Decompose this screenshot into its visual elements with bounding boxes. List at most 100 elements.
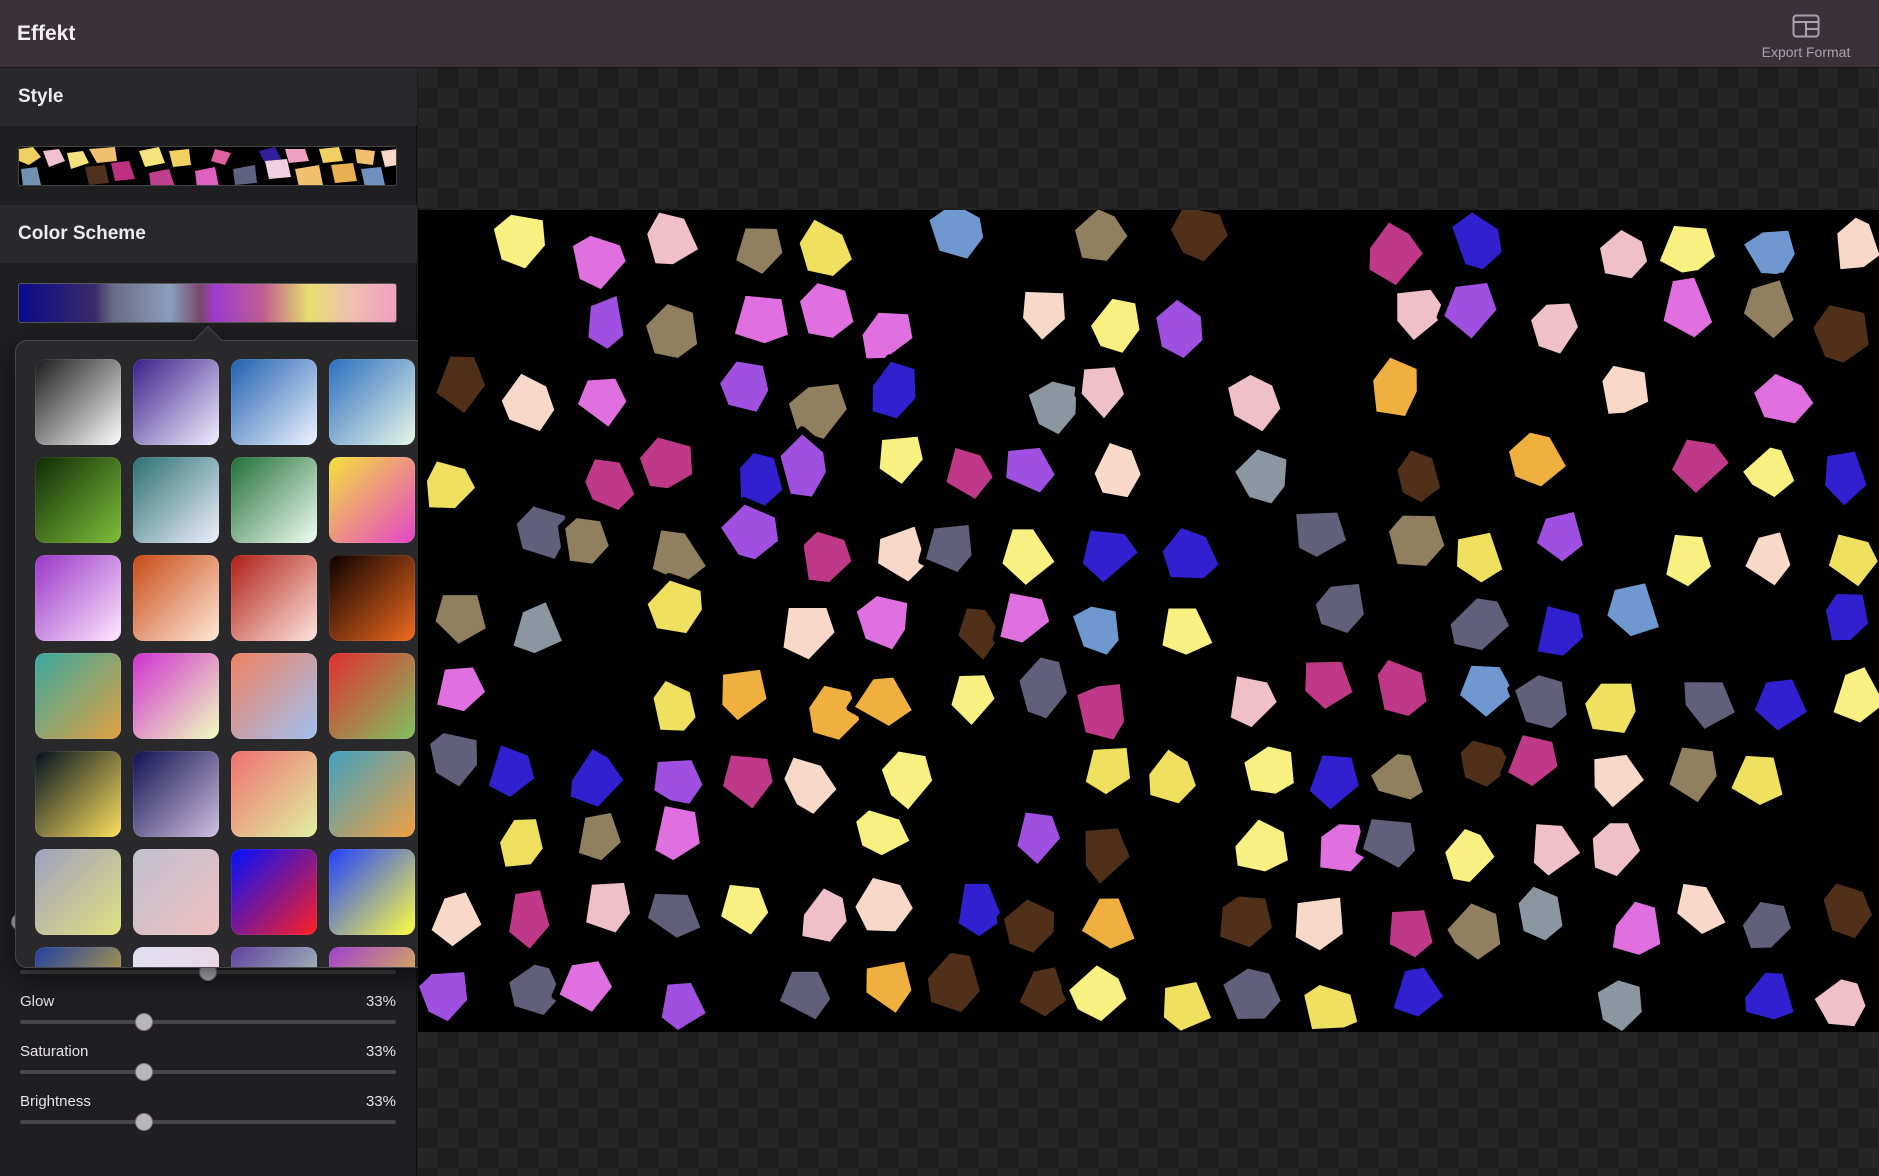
style-section-header: Style	[0, 68, 417, 126]
slider-track[interactable]	[20, 1020, 396, 1024]
color-scheme-swatch[interactable]	[231, 947, 317, 967]
color-scheme-swatch[interactable]	[133, 457, 219, 543]
color-scheme-swatch[interactable]	[329, 359, 415, 445]
slider-brightness[interactable]: Brightness 33%	[20, 1093, 396, 1139]
mosaic-tile	[1220, 367, 1288, 440]
color-scheme-swatch[interactable]	[133, 751, 219, 837]
color-scheme-swatch[interactable]	[329, 457, 415, 543]
mosaic-tile	[712, 354, 776, 420]
mosaic-tile	[1599, 575, 1667, 644]
color-scheme-swatch[interactable]	[133, 947, 219, 967]
mosaic-tile	[777, 749, 845, 822]
mosaic-tile	[1289, 505, 1354, 565]
mosaic-tile	[1592, 222, 1655, 286]
mosaic-tile	[865, 354, 923, 426]
mosaic-tile	[1083, 291, 1147, 361]
style-preview[interactable]	[18, 146, 397, 186]
layout-icon	[1792, 14, 1820, 38]
mosaic-tile	[1308, 576, 1372, 641]
mosaic-tile	[647, 798, 708, 868]
mosaic-tile	[1012, 650, 1075, 726]
mosaic-tile	[1747, 672, 1815, 739]
mosaic-tile	[1069, 676, 1132, 748]
color-scheme-swatch[interactable]	[133, 555, 219, 641]
slider-label: Glow	[20, 993, 55, 1010]
mosaic-tile	[944, 668, 1003, 734]
mosaic-tile	[992, 585, 1057, 650]
mosaic-tile	[792, 211, 860, 284]
color-scheme-swatch[interactable]	[35, 947, 121, 967]
slider-track[interactable]	[20, 1120, 396, 1124]
mosaic-tile	[1816, 875, 1879, 946]
mosaic-tile	[1065, 599, 1126, 663]
slider-saturation[interactable]: Saturation 33%	[20, 1043, 396, 1089]
mosaic-tile	[1381, 508, 1452, 573]
export-format-label: Export Format	[1761, 44, 1851, 60]
slider-glow[interactable]: Glow 33%	[20, 993, 396, 1039]
mosaic-tile	[502, 882, 557, 957]
mosaic-tile	[1087, 435, 1148, 505]
mosaic-tile	[1382, 903, 1440, 965]
mosaic-tile	[859, 954, 919, 1022]
color-scheme-swatch[interactable]	[231, 653, 317, 739]
slider-thumb[interactable]	[135, 1013, 154, 1031]
mosaic-tile	[1605, 894, 1668, 963]
color-scheme-swatch[interactable]	[231, 555, 317, 641]
mosaic-tile	[1806, 972, 1873, 1032]
color-scheme-swatch[interactable]	[35, 653, 121, 739]
mosaic-tile	[921, 210, 991, 267]
color-scheme-swatch[interactable]	[231, 359, 317, 445]
slider-thumb[interactable]	[135, 1113, 154, 1131]
mosaic-tile	[920, 945, 988, 1020]
color-scheme-swatch[interactable]	[329, 947, 415, 967]
mosaic-tile	[1825, 659, 1879, 730]
mosaic-tile	[771, 964, 838, 1028]
mosaic-tile	[951, 876, 1011, 944]
color-scheme-selector[interactable]	[18, 283, 397, 323]
mosaic-tile	[1067, 210, 1136, 269]
slider-value: 33%	[365, 1043, 396, 1060]
color-scheme-swatch[interactable]	[35, 555, 121, 641]
slider-label: Saturation	[20, 1043, 89, 1060]
mosaic-tile	[1020, 374, 1084, 443]
mosaic-tile	[428, 349, 493, 422]
mosaic-tile	[713, 497, 786, 567]
color-scheme-swatch[interactable]	[35, 457, 121, 543]
mosaic-tile	[1529, 598, 1591, 663]
mosaic-tile	[1227, 442, 1294, 511]
mosaic-tile	[570, 371, 634, 435]
color-scheme-swatch[interactable]	[231, 751, 317, 837]
mosaic-tile	[1664, 432, 1737, 502]
mosaic-tile	[638, 296, 705, 366]
color-scheme-swatch[interactable]	[35, 751, 121, 837]
color-scheme-swatch[interactable]	[133, 359, 219, 445]
mosaic-tile	[994, 522, 1063, 593]
mosaic-tile	[1436, 275, 1504, 347]
mosaic-tile	[558, 510, 617, 571]
mosaic-tile	[1821, 526, 1879, 595]
color-scheme-swatch[interactable]	[35, 359, 121, 445]
export-format-button[interactable]: Export Format	[1751, 12, 1861, 64]
color-scheme-swatch[interactable]	[35, 849, 121, 935]
slider-thumb[interactable]	[135, 1063, 154, 1081]
mosaic-tile	[1735, 894, 1799, 956]
mosaic-tile	[578, 875, 638, 941]
color-scheme-swatch[interactable]	[231, 849, 317, 935]
mosaic-tile	[1078, 740, 1138, 802]
mosaic-tile	[1078, 821, 1138, 893]
mosaic-tile	[1061, 957, 1135, 1029]
color-scheme-swatch[interactable]	[231, 457, 317, 543]
color-scheme-swatch[interactable]	[329, 555, 415, 641]
mosaic-tile	[577, 451, 643, 518]
color-scheme-swatch[interactable]	[329, 751, 415, 837]
color-scheme-swatch[interactable]	[133, 653, 219, 739]
color-scheme-swatch[interactable]	[329, 849, 415, 935]
color-scheme-swatch[interactable]	[329, 653, 415, 739]
mosaic-tile	[1746, 366, 1822, 431]
mosaic-tile	[1370, 652, 1434, 724]
slider-track[interactable]	[20, 1070, 396, 1074]
mosaic-tile	[1073, 891, 1143, 957]
mosaic-tile	[1595, 358, 1656, 421]
mosaic-tile	[792, 275, 861, 346]
color-scheme-swatch[interactable]	[133, 849, 219, 935]
